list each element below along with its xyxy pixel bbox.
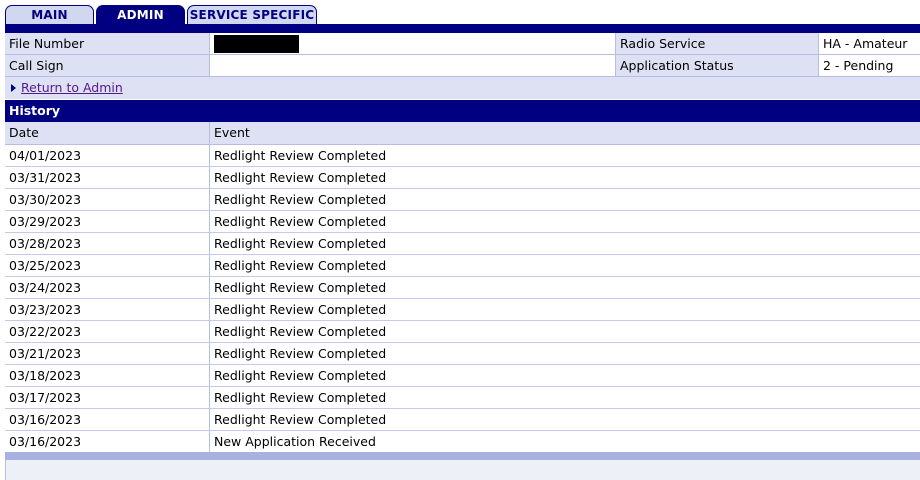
return-row: Return to Admin — [5, 77, 920, 99]
tab-admin[interactable]: ADMIN — [96, 5, 185, 24]
return-to-admin-link[interactable]: Return to Admin — [21, 77, 123, 99]
table-row: 03/24/2023 Redlight Review Completed — [5, 277, 920, 299]
history-event-cell: Redlight Review Completed — [209, 343, 920, 364]
table-row: 03/29/2023 Redlight Review Completed — [5, 211, 920, 233]
tab-main[interactable]: MAIN — [5, 5, 94, 24]
radio-service-label: Radio Service — [615, 33, 818, 54]
history-date-cell: 03/18/2023 — [9, 368, 82, 383]
table-footer-bar — [5, 452, 920, 460]
file-number-value — [209, 33, 615, 54]
history-event-cell: Redlight Review Completed — [209, 387, 920, 408]
history-table-header: Date Event — [5, 122, 920, 145]
table-row: 03/28/2023 Redlight Review Completed — [5, 233, 920, 255]
info-row-file-number: File Number Radio Service HA - Amateur — [5, 33, 920, 55]
triangle-right-icon — [11, 84, 16, 92]
history-date-cell: 03/21/2023 — [9, 346, 82, 361]
table-row: 03/22/2023 Redlight Review Completed — [5, 321, 920, 343]
history-event-cell: Redlight Review Completed — [209, 277, 920, 298]
history-date-cell: 03/24/2023 — [9, 280, 82, 295]
history-date-cell: 03/17/2023 — [9, 390, 82, 405]
history-event-cell: Redlight Review Completed — [209, 255, 920, 276]
history-table: Date Event 04/01/2023 Redlight Review Com… — [5, 122, 920, 453]
history-date-cell: 03/23/2023 — [9, 302, 82, 317]
history-date-cell: 03/16/2023 — [9, 434, 82, 449]
radio-service-value: HA - Amateur — [818, 33, 920, 54]
table-row: 03/17/2023 Redlight Review Completed — [5, 387, 920, 409]
redacted-file-number — [214, 34, 299, 53]
table-row: 04/01/2023 Redlight Review Completed — [5, 145, 920, 167]
table-row: 03/21/2023 Redlight Review Completed — [5, 343, 920, 365]
table-row: 03/25/2023 Redlight Review Completed — [5, 255, 920, 277]
info-row-call-sign: Call Sign Application Status 2 - Pending — [5, 55, 920, 77]
tab-bar: MAIN ADMIN SERVICE SPECIFIC — [5, 5, 920, 24]
history-event-cell: Redlight Review Completed — [209, 211, 920, 232]
history-event-cell: Redlight Review Completed — [209, 189, 920, 210]
history-event-cell: Redlight Review Completed — [209, 233, 920, 254]
table-row: 03/18/2023 Redlight Review Completed — [5, 365, 920, 387]
history-date-cell: 03/28/2023 — [9, 236, 82, 251]
history-event-cell: Redlight Review Completed — [209, 365, 920, 386]
call-sign-value — [209, 55, 615, 76]
history-date-cell: 04/01/2023 — [9, 148, 82, 163]
history-date-cell: 03/22/2023 — [9, 324, 82, 339]
history-date-cell: 03/16/2023 — [9, 412, 82, 427]
history-section-title: History — [5, 100, 920, 122]
tab-underline-bar — [5, 24, 920, 33]
application-status-label: Application Status — [615, 55, 818, 76]
history-date-cell: 03/30/2023 — [9, 192, 82, 207]
tab-service-specific[interactable]: SERVICE SPECIFIC — [187, 5, 317, 24]
history-date-cell: 03/29/2023 — [9, 214, 82, 229]
history-date-cell: 03/25/2023 — [9, 258, 82, 273]
application-status-value: 2 - Pending — [818, 55, 920, 76]
table-row: 03/16/2023 New Application Received — [5, 431, 920, 453]
history-event-cell: Redlight Review Completed — [209, 145, 920, 166]
history-event-cell: Redlight Review Completed — [209, 299, 920, 320]
history-event-cell: Redlight Review Completed — [209, 409, 920, 430]
file-number-label: File Number — [5, 33, 209, 54]
table-row: 03/31/2023 Redlight Review Completed — [5, 167, 920, 189]
history-event-cell: New Application Received — [209, 431, 920, 452]
table-row: 03/30/2023 Redlight Review Completed — [5, 189, 920, 211]
history-date-cell: 03/31/2023 — [9, 170, 82, 185]
call-sign-label: Call Sign — [5, 55, 209, 76]
event-column-header: Event — [209, 122, 920, 144]
table-row: 03/16/2023 Redlight Review Completed — [5, 409, 920, 431]
history-event-cell: Redlight Review Completed — [209, 167, 920, 188]
date-column-header: Date — [9, 125, 39, 140]
table-row: 03/23/2023 Redlight Review Completed — [5, 299, 920, 321]
history-event-cell: Redlight Review Completed — [209, 321, 920, 342]
footer-area — [5, 460, 920, 480]
